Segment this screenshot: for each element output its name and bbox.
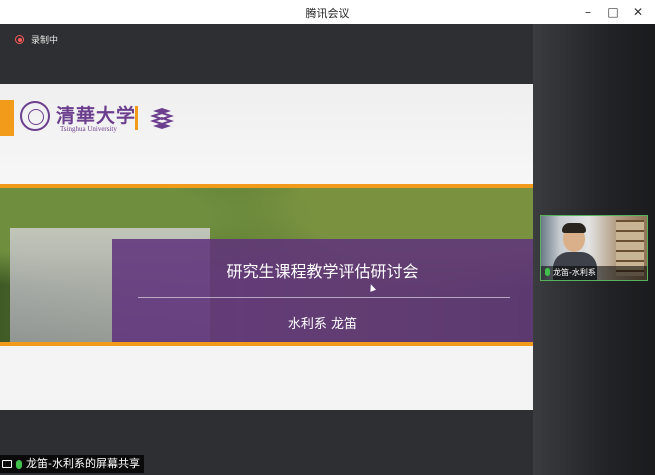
university-logo-text: 清華大学 bbox=[56, 105, 137, 127]
title-underline bbox=[138, 297, 510, 298]
minimize-button[interactable]: – bbox=[579, 3, 597, 21]
recording-label: 录制中 bbox=[31, 36, 59, 46]
record-icon bbox=[15, 35, 24, 44]
participant-name-bar: 龙笛-水利系 bbox=[541, 266, 647, 280]
presentation-slide: 清華大学 Tsinghua University bbox=[0, 84, 533, 410]
slide-bottom-rule bbox=[0, 342, 533, 346]
close-button[interactable]: ✕ bbox=[629, 3, 647, 21]
screen-share-owner: 龙笛-水利系的屏幕共享 bbox=[26, 457, 140, 470]
slide-header: 清華大学 Tsinghua University bbox=[0, 84, 533, 184]
participant-hair bbox=[562, 223, 586, 233]
maximize-button[interactable]: □ bbox=[604, 3, 622, 21]
slide-presenter: 水利系 龙笛 bbox=[287, 317, 358, 332]
screen-share-label: 龙笛-水利系的屏幕共享 bbox=[0, 455, 144, 473]
window-title: 腾讯会议 bbox=[305, 7, 350, 20]
recording-indicator[interactable]: 录制中 bbox=[15, 33, 58, 46]
books-icon bbox=[150, 108, 174, 129]
window-titlebar: 腾讯会议 – □ ✕ bbox=[0, 0, 655, 25]
university-logo-english: Tsinghua University bbox=[60, 125, 117, 133]
participant-name: 龙笛-水利系 bbox=[553, 268, 596, 277]
microphone-on-icon bbox=[16, 459, 22, 469]
microphone-on-icon bbox=[545, 268, 550, 276]
slide-title: 研究生课程教学评估研讨会 bbox=[226, 262, 419, 281]
screen-share-icon bbox=[2, 460, 12, 468]
participant-video-tile[interactable]: 龙笛-水利系 bbox=[540, 215, 648, 281]
slide-accent-tab bbox=[0, 100, 14, 136]
logo-divider bbox=[135, 106, 138, 130]
university-seal-icon bbox=[20, 101, 50, 131]
